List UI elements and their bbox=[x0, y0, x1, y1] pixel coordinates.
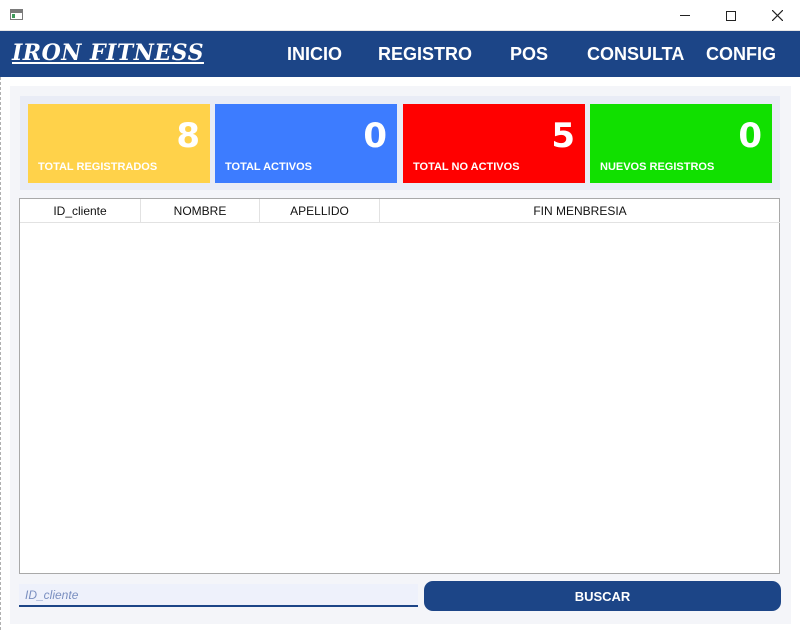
stat-value: 5 bbox=[551, 116, 575, 156]
stat-value: 8 bbox=[176, 116, 200, 156]
nav-item-inicio[interactable]: INICIO bbox=[287, 44, 342, 65]
stat-card-total-activos: 0 TOTAL ACTIVOS bbox=[215, 104, 397, 183]
column-header-apellido[interactable]: APELLIDO bbox=[260, 199, 380, 223]
column-header-id-cliente[interactable]: ID_cliente bbox=[20, 199, 141, 223]
clients-table[interactable]: ID_cliente NOMBRE APELLIDO FIN MENBRESIA bbox=[19, 198, 780, 574]
left-edge-divider bbox=[0, 77, 3, 630]
buscar-button[interactable]: BUSCAR bbox=[424, 581, 781, 611]
minimize-icon bbox=[680, 15, 690, 16]
minimize-button[interactable] bbox=[662, 0, 708, 31]
stat-card-total-registrados: 8 TOTAL REGISTRADOS bbox=[28, 104, 210, 183]
column-header-fin-membresia[interactable]: FIN MENBRESIA bbox=[380, 199, 780, 223]
stat-label: TOTAL ACTIVOS bbox=[225, 161, 312, 173]
top-nav: IRON FITNESS INICIO REGISTRO POS CONSULT… bbox=[0, 31, 800, 77]
close-icon bbox=[771, 10, 783, 21]
close-button[interactable] bbox=[754, 0, 800, 31]
nav-item-config[interactable]: CONFIG bbox=[706, 44, 776, 65]
stat-label: TOTAL NO ACTIVOS bbox=[413, 161, 520, 173]
stat-label: NUEVOS REGISTROS bbox=[600, 161, 715, 173]
stat-card-total-no-activos: 5 TOTAL NO ACTIVOS bbox=[403, 104, 585, 183]
nav-item-consulta[interactable]: CONSULTA bbox=[587, 44, 684, 65]
maximize-button[interactable] bbox=[708, 0, 754, 31]
maximize-icon bbox=[726, 10, 736, 21]
stat-card-nuevos-registros: 0 NUEVOS REGISTROS bbox=[590, 104, 772, 183]
brand-logo: IRON FITNESS bbox=[12, 40, 204, 66]
stat-value: 0 bbox=[363, 116, 387, 156]
app-icon bbox=[10, 9, 23, 20]
stat-value: 0 bbox=[738, 116, 762, 156]
window-titlebar bbox=[0, 0, 800, 31]
table-header: ID_cliente NOMBRE APELLIDO FIN MENBRESIA bbox=[20, 199, 780, 223]
stat-label: TOTAL REGISTRADOS bbox=[38, 161, 158, 173]
nav-item-registro[interactable]: REGISTRO bbox=[378, 44, 472, 65]
column-header-nombre[interactable]: NOMBRE bbox=[141, 199, 260, 223]
id-cliente-search-input[interactable] bbox=[19, 584, 418, 607]
nav-item-pos[interactable]: POS bbox=[510, 44, 548, 65]
